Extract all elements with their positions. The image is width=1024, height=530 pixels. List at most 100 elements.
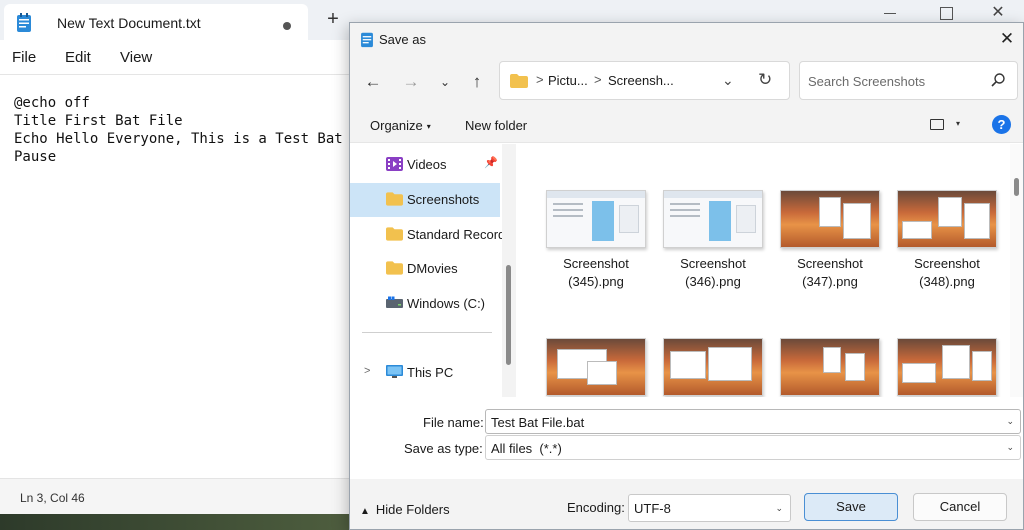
drive-icon (386, 296, 403, 308)
nav-divider (362, 332, 492, 333)
chevron-down-icon[interactable]: ⌄ (1006, 416, 1014, 427)
document-tab[interactable]: New Text Document.txt (4, 4, 308, 40)
file-thumbnail[interactable] (780, 190, 880, 248)
save-as-type-select[interactable]: All files (*.*) ⌄ (485, 435, 1021, 460)
file-name-label: File name: (423, 415, 484, 430)
up-button[interactable]: ↑ (466, 71, 488, 93)
file-thumbnail[interactable] (780, 338, 880, 396)
nav-item-label: Standard Record (407, 227, 506, 242)
help-icon[interactable]: ? (992, 115, 1011, 134)
folder-icon (386, 192, 403, 206)
maximize-button[interactable] (926, 2, 966, 24)
search-icon[interactable] (990, 72, 1006, 88)
view-caret-icon: ▾ (956, 119, 961, 128)
encoding-value: UTF-8 (634, 501, 671, 516)
nav-item-videos[interactable]: Videos 📌 (350, 148, 500, 182)
menu-file[interactable]: File (12, 49, 36, 66)
new-folder-button[interactable]: New folder (465, 118, 527, 133)
command-bar: Organize ▾ New folder ▾ ? (350, 107, 1023, 143)
breadcrumb-screenshots[interactable]: Screensh... (608, 73, 674, 88)
save-as-type-label: Save as type: (404, 441, 483, 456)
nav-item-screenshots[interactable]: Screenshots (350, 183, 500, 217)
organize-button[interactable]: Organize ▾ (370, 118, 431, 133)
videos-icon (386, 157, 403, 171)
new-tab-button[interactable]: + (322, 9, 344, 31)
file-list-scrollbar[interactable] (1010, 144, 1023, 397)
nav-item-standard-record[interactable]: Standard Record (350, 218, 505, 252)
address-dropdown-button[interactable]: ⌄ (722, 72, 734, 89)
unsaved-dot-icon[interactable] (283, 22, 291, 30)
pin-icon: 📌 (484, 157, 498, 169)
editor-line: @echo off (14, 95, 90, 111)
navigation-scrollbar[interactable] (502, 144, 516, 397)
scrollbar-thumb[interactable] (506, 265, 511, 365)
chevron-down-icon: ⌄ (1006, 442, 1014, 452)
menu-edit[interactable]: Edit (65, 49, 91, 66)
view-icon (930, 119, 944, 130)
file-thumbnail[interactable] (663, 338, 763, 396)
chevron-up-icon: ▲ (360, 506, 370, 517)
breadcrumb-separator: > (594, 72, 602, 87)
back-button[interactable]: ← (362, 71, 384, 93)
minimize-button[interactable] (870, 2, 910, 24)
encoding-label: Encoding: (567, 500, 625, 515)
tab-title: New Text Document.txt (57, 15, 201, 31)
editor-line: Title First Bat File (14, 113, 183, 129)
dialog-close-button[interactable]: ✕ (996, 28, 1018, 50)
recent-locations-button[interactable]: ⌄ (434, 71, 456, 93)
file-thumbnail[interactable] (897, 338, 997, 396)
save-as-type-value: All files (*.*) (491, 441, 562, 456)
folder-icon (386, 227, 403, 241)
search-box (799, 61, 1018, 100)
view-options-button[interactable]: ▾ (930, 117, 966, 135)
organize-caret-icon: ▾ (426, 122, 431, 132)
dialog-title: Save as (379, 32, 426, 47)
file-name: Screenshot (348).png (914, 256, 980, 289)
dialog-titlebar: Save as ✕ (350, 23, 1023, 55)
nav-item-this-pc[interactable]: > This PC (350, 356, 500, 390)
nav-item-windows-c[interactable]: Windows (C:) (350, 287, 500, 321)
save-button[interactable]: Save (804, 493, 898, 521)
forward-button[interactable]: → (400, 71, 422, 93)
address-bar[interactable]: > Pictu... > Screensh... ⌄ ↻ (499, 61, 790, 100)
computer-icon (386, 365, 403, 378)
organize-label: Organize (370, 118, 423, 133)
nav-item-dmovies[interactable]: DMovies (350, 252, 500, 286)
nav-item-label: DMovies (407, 261, 458, 276)
file-name-combobox: ⌄ (485, 409, 1021, 434)
notepad-icon (17, 13, 31, 32)
folder-icon (510, 74, 528, 88)
hide-folders-label: Hide Folders (375, 502, 450, 517)
refresh-button[interactable]: ↻ (758, 70, 772, 90)
file-thumbnail[interactable] (546, 338, 646, 396)
nav-item-label: Windows (C:) (407, 296, 486, 311)
encoding-select[interactable]: UTF-8 ⌄ (628, 494, 791, 522)
file-thumbnail[interactable] (897, 190, 997, 248)
notepad-icon (361, 32, 373, 48)
cursor-position: Ln 3, Col 46 (20, 491, 85, 505)
breadcrumb-pictures[interactable]: Pictu... (548, 73, 588, 88)
chevron-down-icon: ⌄ (775, 503, 783, 513)
file-thumbnail[interactable] (546, 190, 646, 248)
cancel-button[interactable]: Cancel (913, 493, 1007, 521)
hide-folders-button[interactable]: ▲ Hide Folders (360, 502, 450, 517)
file-name: Screenshot (346).png (680, 256, 746, 289)
file-name: Screenshot (345).png (563, 256, 629, 289)
folder-icon (386, 261, 403, 275)
expand-chevron-icon[interactable]: > (364, 365, 370, 377)
scrollbar-thumb[interactable] (1014, 178, 1019, 196)
editor-line: Echo Hello Everyone, This is a Test Bat (14, 131, 343, 147)
dialog-footer: ▲ Hide Folders Encoding: UTF-8 ⌄ Save Can… (350, 479, 1023, 529)
nav-item-label: Videos (407, 157, 447, 172)
navigation-bar: ← → ⌄ ↑ > Pictu... > Screensh... ⌄ ↻ (350, 55, 1023, 107)
save-as-dialog: Save as ✕ ← → ⌄ ↑ > Pictu... > Screensh.… (349, 22, 1024, 530)
file-thumbnail[interactable] (663, 190, 763, 248)
file-name-input[interactable] (491, 413, 981, 431)
search-input[interactable] (808, 70, 988, 92)
breadcrumb-separator: > (536, 72, 544, 87)
file-list: Screenshot (345).png Screenshot (346).pn… (516, 144, 1023, 397)
file-name: Screenshot (347).png (797, 256, 863, 289)
nav-item-label: This PC (407, 365, 454, 380)
menu-view[interactable]: View (120, 49, 152, 66)
window-close-button[interactable]: ✕ (978, 2, 1018, 24)
